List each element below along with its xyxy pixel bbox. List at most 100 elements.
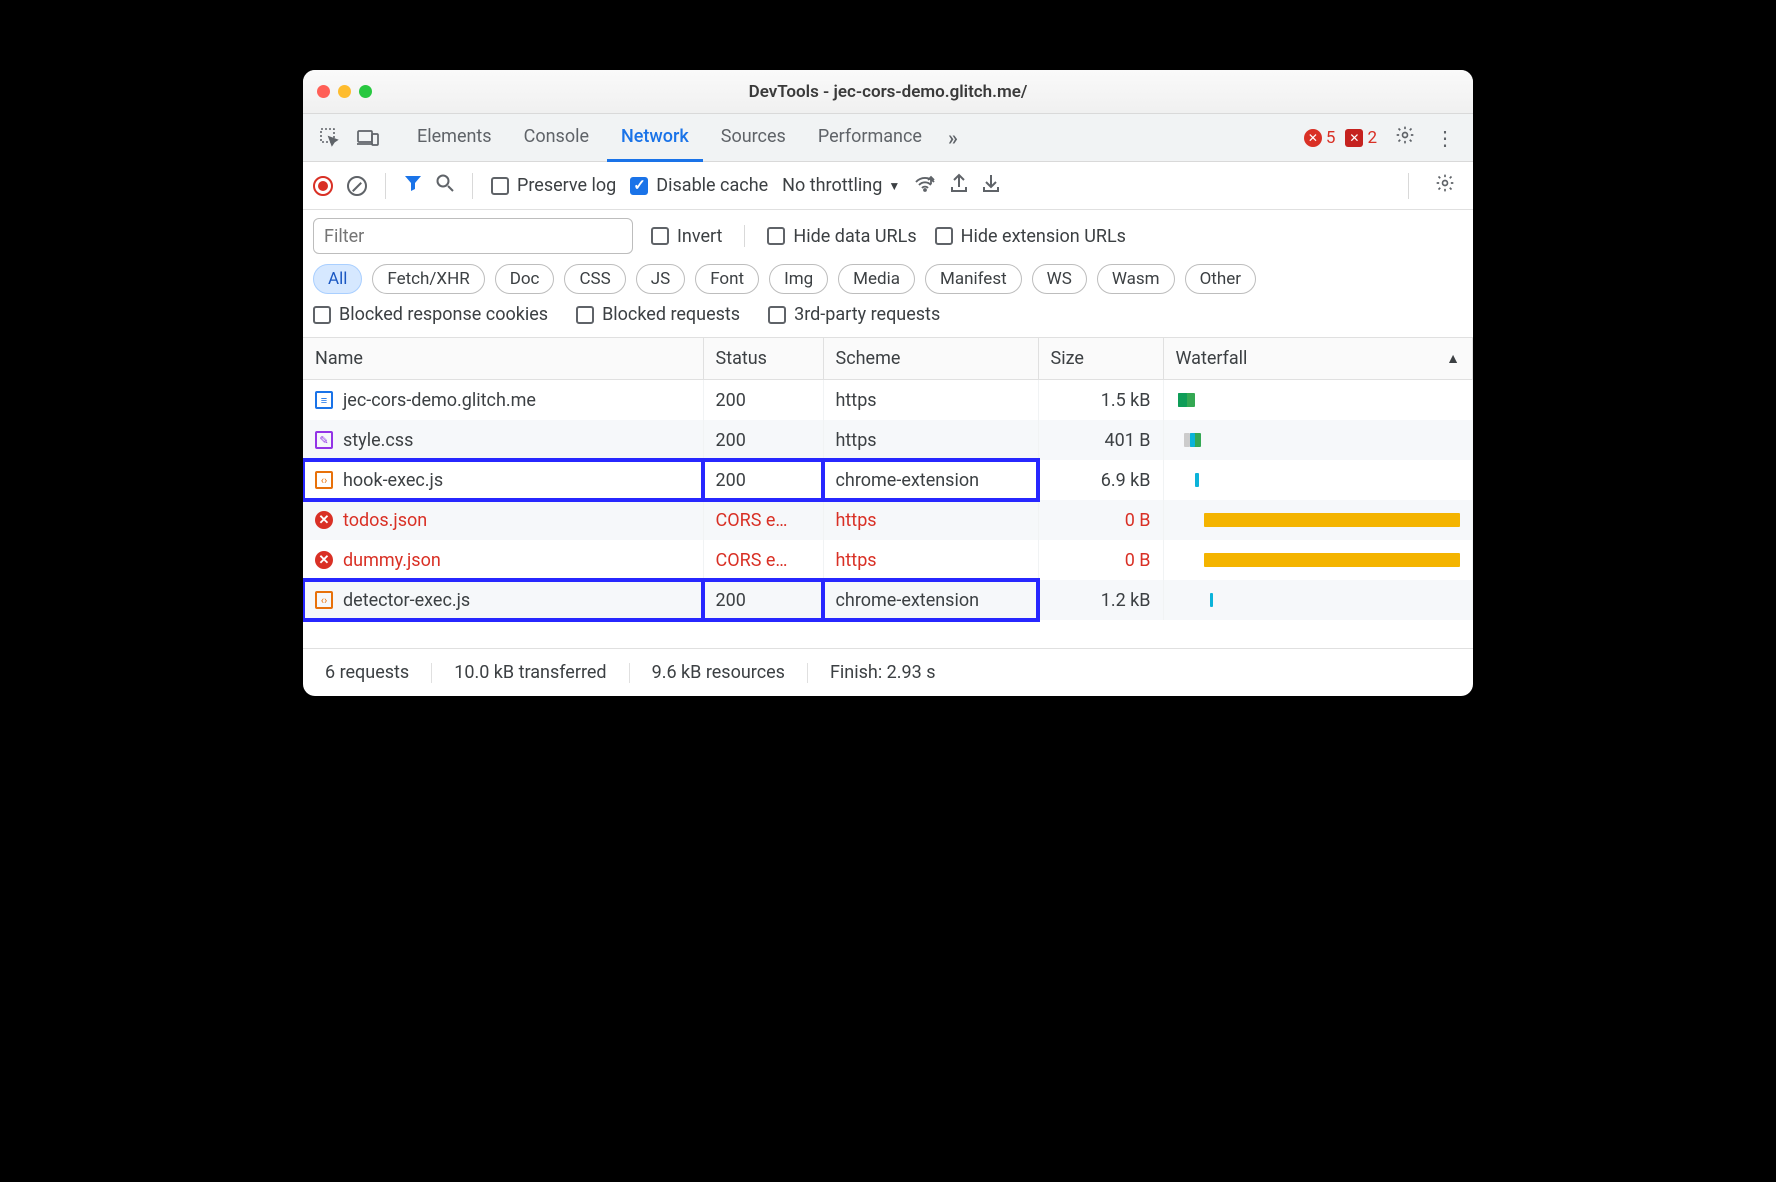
- request-name: hook-exec.js: [343, 470, 443, 491]
- tab-console[interactable]: Console: [510, 115, 603, 162]
- close-window-button[interactable]: [317, 85, 330, 98]
- filter-pill-ws[interactable]: WS: [1032, 264, 1087, 294]
- col-header-status[interactable]: Status: [703, 338, 823, 380]
- request-status: 200: [703, 380, 823, 421]
- tab-performance[interactable]: Performance: [804, 115, 936, 162]
- filter-pill-img[interactable]: Img: [769, 264, 828, 294]
- hide-data-urls-checkbox[interactable]: Hide data URLs: [767, 226, 916, 247]
- inspect-icon[interactable]: [313, 121, 347, 155]
- more-tabs-chevron-icon[interactable]: »: [940, 126, 966, 150]
- third-party-checkbox[interactable]: 3rd-party requests: [768, 304, 940, 325]
- request-name: dummy.json: [343, 550, 441, 571]
- doc-file-icon: ≡: [315, 391, 333, 409]
- request-row[interactable]: ✕dummy.jsonCORS e…https0 B: [303, 540, 1473, 580]
- disable-cache-checkbox[interactable]: Disable cache: [630, 175, 768, 196]
- status-bar: 6 requests 10.0 kB transferred 9.6 kB re…: [303, 648, 1473, 696]
- table-header-row: Name Status Scheme Size Waterfall▲: [303, 338, 1473, 380]
- request-row[interactable]: ‹›detector-exec.js200chrome-extension1.2…: [303, 580, 1473, 620]
- request-status: CORS e…: [703, 540, 823, 580]
- js-file-icon: ‹›: [315, 591, 333, 609]
- filter-pill-manifest[interactable]: Manifest: [925, 264, 1022, 294]
- request-size: 6.9 kB: [1038, 460, 1163, 500]
- import-har-icon[interactable]: [982, 173, 1000, 198]
- request-scheme: chrome-extension: [823, 580, 1038, 620]
- filter-pill-wasm[interactable]: Wasm: [1097, 264, 1175, 294]
- request-status: 200: [703, 580, 823, 620]
- js-file-icon: ‹›: [315, 471, 333, 489]
- col-header-size[interactable]: Size: [1038, 338, 1163, 380]
- clear-button[interactable]: [347, 176, 367, 196]
- filter-input[interactable]: [313, 218, 633, 254]
- record-button[interactable]: [313, 176, 333, 196]
- filter-funnel-icon[interactable]: [404, 174, 422, 197]
- blocked-cookies-checkbox[interactable]: Blocked response cookies: [313, 304, 548, 325]
- minimize-window-button[interactable]: [338, 85, 351, 98]
- request-row[interactable]: ✎style.css200https401 B: [303, 420, 1473, 460]
- resource-type-filter: All Fetch/XHR Doc CSS JS Font Img Media Manifest…: [303, 258, 1473, 304]
- filter-pill-font[interactable]: Font: [695, 264, 759, 294]
- panel-tabbar: ElementsConsoleNetworkSourcesPerformance…: [303, 114, 1473, 162]
- request-status: CORS e…: [703, 500, 823, 540]
- filter-pill-all[interactable]: All: [313, 264, 362, 294]
- filter-pill-css[interactable]: CSS: [564, 264, 625, 294]
- throttling-select[interactable]: No throttling▼: [782, 175, 900, 196]
- hide-extension-urls-checkbox[interactable]: Hide extension URLs: [935, 226, 1126, 247]
- blocked-requests-checkbox[interactable]: Blocked requests: [576, 304, 740, 325]
- request-scheme: https: [823, 500, 1038, 540]
- window-title: DevTools - jec-cors-demo.glitch.me/: [303, 82, 1473, 102]
- css-file-icon: ✎: [315, 431, 333, 449]
- request-waterfall: [1163, 500, 1473, 540]
- export-har-icon[interactable]: [950, 173, 968, 198]
- request-name: todos.json: [343, 510, 427, 531]
- filter-pill-fetch-xhr[interactable]: Fetch/XHR: [372, 264, 484, 294]
- request-row[interactable]: ‹› hook-exec.js 200chrome-extension6.9 kB: [303, 460, 1473, 500]
- request-waterfall: [1163, 540, 1473, 580]
- tab-elements[interactable]: Elements: [403, 115, 506, 162]
- network-settings-gear-icon[interactable]: [1427, 173, 1463, 198]
- status-resources: 9.6 kB resources: [630, 663, 808, 683]
- request-waterfall: [1163, 460, 1473, 500]
- request-waterfall: [1163, 380, 1473, 421]
- titlebar: DevTools - jec-cors-demo.glitch.me/: [303, 70, 1473, 114]
- device-toolbar-icon[interactable]: [351, 121, 385, 155]
- network-table: Name Status Scheme Size Waterfall▲ ≡jec-…: [303, 338, 1473, 620]
- filter-pill-media[interactable]: Media: [838, 264, 915, 294]
- tab-sources[interactable]: Sources: [707, 115, 800, 162]
- tab-network[interactable]: Network: [607, 115, 703, 162]
- search-icon[interactable]: [436, 174, 454, 197]
- settings-gear-icon[interactable]: [1387, 125, 1423, 150]
- request-row[interactable]: ≡jec-cors-demo.glitch.me200https1.5 kB: [303, 380, 1473, 421]
- request-size: 1.2 kB: [1038, 580, 1163, 620]
- request-size: 1.5 kB: [1038, 380, 1163, 421]
- request-row[interactable]: ✕ todos.json CORS e…https0 B: [303, 500, 1473, 540]
- request-name: style.css: [343, 430, 413, 451]
- more-menu-icon[interactable]: ⋮: [1427, 126, 1463, 150]
- issues-badge[interactable]: ✕2: [1345, 128, 1377, 148]
- status-finish: Finish: 2.93 s: [808, 663, 958, 683]
- invert-checkbox[interactable]: Invert: [651, 226, 722, 247]
- extra-filter-row: Blocked response cookies Blocked request…: [303, 304, 1473, 338]
- request-size: 0 B: [1038, 500, 1163, 540]
- request-status: 200: [703, 460, 823, 500]
- request-scheme: https: [823, 380, 1038, 421]
- network-toolbar: Preserve log Disable cache No throttling…: [303, 162, 1473, 210]
- col-header-scheme[interactable]: Scheme: [823, 338, 1038, 380]
- request-size: 401 B: [1038, 420, 1163, 460]
- error-icon: ✕: [315, 511, 333, 529]
- status-transferred: 10.0 kB transferred: [432, 663, 629, 683]
- filter-pill-js[interactable]: JS: [636, 264, 685, 294]
- request-scheme: https: [823, 540, 1038, 580]
- filter-pill-doc[interactable]: Doc: [495, 264, 555, 294]
- request-size: 0 B: [1038, 540, 1163, 580]
- errors-badge[interactable]: ✕5: [1304, 128, 1336, 148]
- col-header-name[interactable]: Name: [303, 338, 703, 380]
- request-scheme: chrome-extension: [823, 460, 1038, 500]
- col-header-waterfall[interactable]: Waterfall▲: [1163, 338, 1473, 380]
- maximize-window-button[interactable]: [359, 85, 372, 98]
- network-conditions-icon[interactable]: [914, 174, 936, 197]
- preserve-log-checkbox[interactable]: Preserve log: [491, 175, 616, 196]
- filter-pill-other[interactable]: Other: [1185, 264, 1256, 294]
- status-requests: 6 requests: [303, 663, 432, 683]
- filter-row: Invert Hide data URLs Hide extension URL…: [303, 210, 1473, 258]
- request-waterfall: [1163, 420, 1473, 460]
